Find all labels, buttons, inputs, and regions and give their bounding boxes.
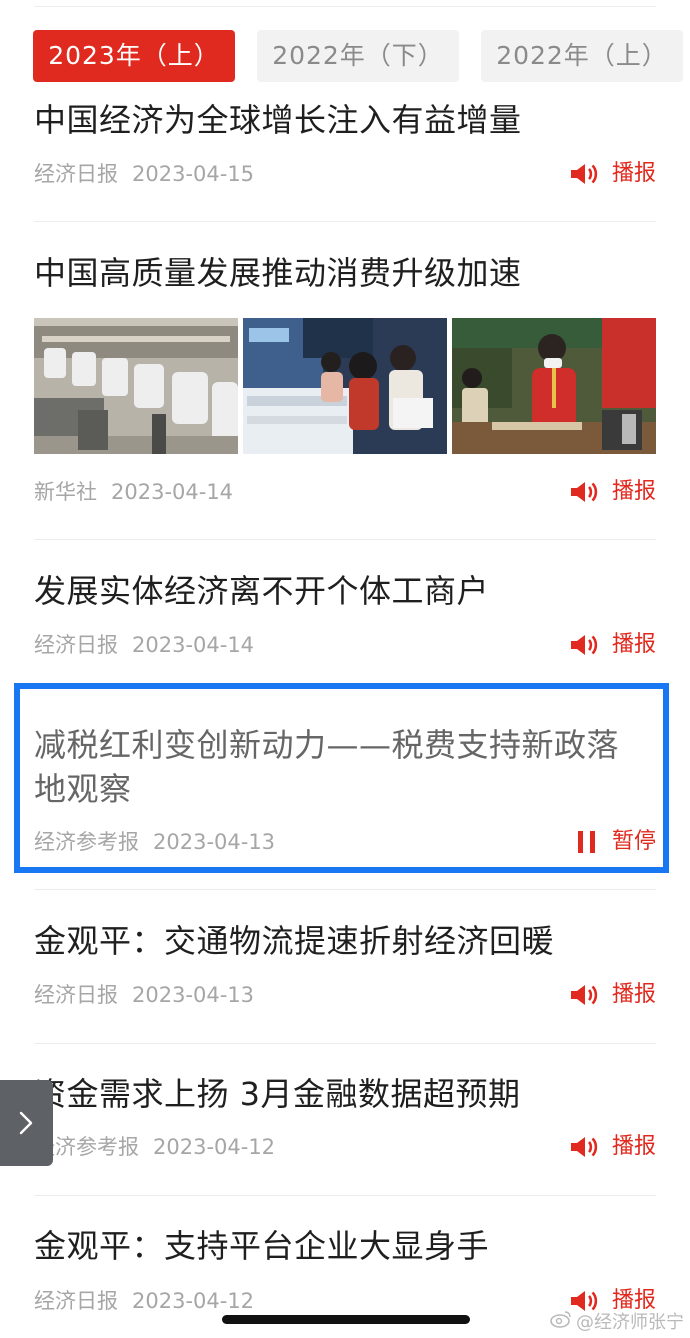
news-date: 2023-04-12 [132, 1289, 255, 1313]
home-indicator[interactable] [222, 1315, 470, 1324]
side-drawer-handle[interactable] [0, 1080, 53, 1166]
watermark-text: @经济师张宁 [576, 1312, 684, 1333]
news-source: 经济日报 [34, 1289, 118, 1313]
weibo-icon [550, 1310, 576, 1333]
news-title[interactable]: 金观平：支持平台企业大显身手 [34, 1224, 489, 1268]
watermark: @经济师张宁 [550, 1308, 684, 1334]
news-item[interactable]: 金观平：支持平台企业大显身手 经济日报 2023-04-12 播报 [34, 0, 656, 1338]
news-meta: 经济日报 2023-04-12 [34, 1286, 254, 1316]
